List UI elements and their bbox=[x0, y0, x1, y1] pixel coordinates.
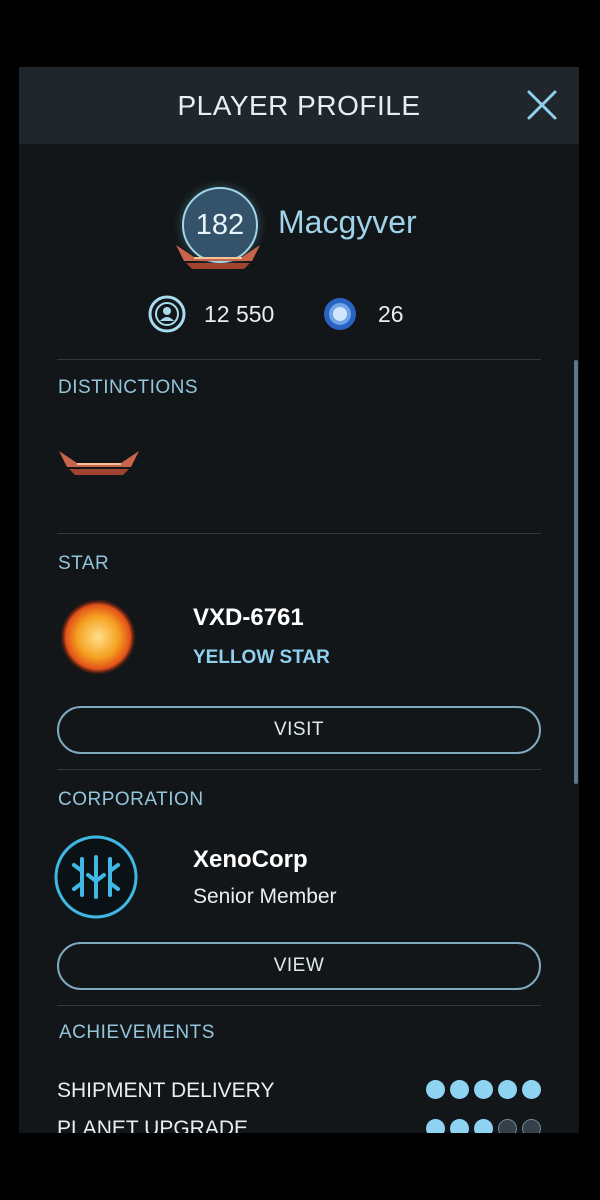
visit-button[interactable]: VISIT bbox=[57, 706, 541, 754]
progress-dot-empty bbox=[522, 1119, 541, 1133]
scrollbar[interactable] bbox=[574, 360, 578, 784]
player-name: Macgyver bbox=[278, 204, 417, 240]
progress-dot-filled bbox=[450, 1119, 469, 1133]
achievements-title: ACHIEVEMENTS bbox=[59, 1022, 215, 1043]
corporation-role: Senior Member bbox=[193, 885, 337, 908]
profile-panel: PLAYER PROFILE 182 Macgyver 12 550 26 DI… bbox=[19, 67, 579, 1133]
influence-value: 12 550 bbox=[204, 301, 275, 327]
level-badge: 182 bbox=[176, 185, 266, 273]
star-type: YELLOW STAR bbox=[193, 647, 330, 668]
distinctions-title: DISTINCTIONS bbox=[58, 377, 199, 398]
corporation-name: XenoCorp bbox=[193, 846, 308, 873]
corporation-title: CORPORATION bbox=[58, 789, 204, 810]
badges-value: 26 bbox=[378, 301, 404, 327]
progress-dot-filled bbox=[450, 1080, 469, 1099]
view-button[interactable]: VIEW bbox=[57, 942, 541, 990]
header-bar: PLAYER PROFILE bbox=[19, 67, 579, 144]
progress-dot-empty bbox=[498, 1119, 517, 1133]
star-name: VXD-6761 bbox=[193, 604, 304, 631]
badge-icon bbox=[323, 297, 357, 336]
level-wings-icon bbox=[176, 245, 260, 269]
progress-dot-filled bbox=[474, 1119, 493, 1133]
achievement-label: SHIPMENT DELIVERY bbox=[57, 1079, 275, 1102]
achievement-progress-dots bbox=[426, 1119, 541, 1133]
star-title: STAR bbox=[58, 553, 110, 574]
wings-emblem-icon bbox=[59, 451, 139, 475]
progress-dot-filled bbox=[498, 1080, 517, 1099]
sun-icon bbox=[60, 599, 136, 675]
close-icon[interactable] bbox=[524, 87, 560, 123]
divider bbox=[57, 359, 541, 360]
achievement-progress-dots bbox=[426, 1080, 541, 1099]
corp-logo-icon bbox=[54, 835, 138, 919]
page-title: PLAYER PROFILE bbox=[177, 90, 421, 121]
influence-icon bbox=[147, 294, 187, 339]
progress-dot-filled bbox=[474, 1080, 493, 1099]
divider bbox=[57, 533, 541, 534]
divider bbox=[57, 769, 541, 770]
divider bbox=[57, 1005, 541, 1006]
progress-dot-filled bbox=[522, 1080, 541, 1099]
progress-dot-filled bbox=[426, 1080, 445, 1099]
achievement-label: PLANET UPGRADE bbox=[57, 1117, 248, 1133]
progress-dot-filled bbox=[426, 1119, 445, 1133]
